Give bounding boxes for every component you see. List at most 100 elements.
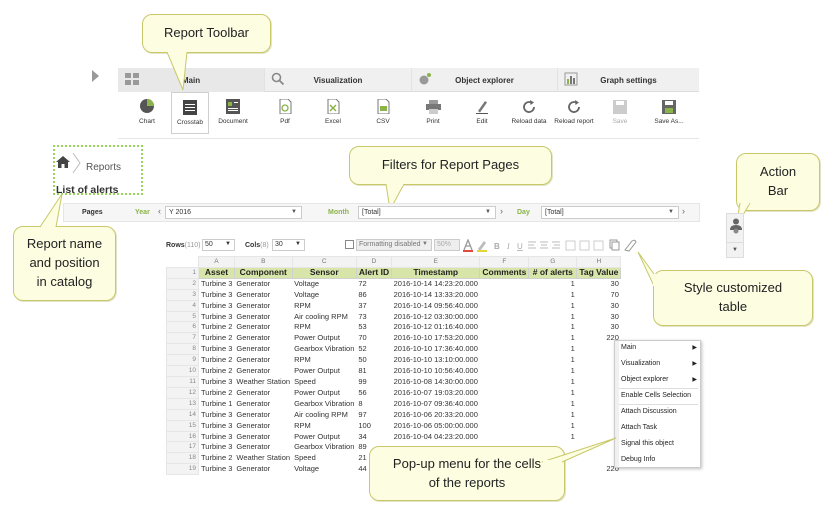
cell-asset[interactable]: Turbine 2 (199, 322, 235, 333)
cell-asset[interactable]: Turbine 3 (199, 289, 235, 300)
table-row[interactable]: 11 Turbine 3 Weather Station Speed 99 2016-10… (166, 375, 621, 388)
table-row[interactable]: 12 Turbine 2 Generator Power Output 56 2016-1… (166, 386, 621, 399)
cell-alert-id[interactable]: 73 (356, 311, 391, 322)
cell-asset[interactable]: Turbine 3 (199, 344, 235, 355)
cell-comments[interactable] (480, 344, 529, 355)
table-row[interactable]: 15 Turbine 3 Generator RPM 100 2016-10-06 05:… (166, 419, 621, 432)
border-icon[interactable] (565, 240, 576, 251)
cell-component[interactable]: Generator (234, 278, 292, 289)
table-row[interactable]: 13 Turbine 1 Generator Gearbox Vibration 8 20… (166, 397, 621, 410)
header-asset[interactable]: Asset (198, 266, 235, 279)
cell-alert-id[interactable]: 99 (356, 376, 391, 387)
cell-tag-value[interactable]: 30 (577, 300, 621, 311)
table-row[interactable]: 7 Turbine 2 Generator Power Output 70 2016-10… (166, 332, 621, 345)
cell-asset[interactable]: Turbine 2 (199, 333, 235, 344)
cell-alerts-count[interactable]: 1 (529, 355, 577, 366)
header-sensor[interactable]: Sensor (291, 266, 357, 279)
cell-asset[interactable]: Turbine 2 (199, 387, 235, 398)
size-select[interactable]: 50% (434, 239, 460, 251)
reload-data-button[interactable]: Reload data (509, 92, 549, 134)
tab-visualization[interactable]: Visualization (265, 68, 412, 92)
cell-tag-value[interactable]: 30 (577, 322, 621, 333)
border-inner-icon[interactable] (593, 240, 604, 251)
cell-sensor[interactable]: Voltage (292, 278, 356, 289)
cell-asset[interactable]: Turbine 3 (199, 278, 235, 289)
tab-graph-settings[interactable]: Graph settings (558, 68, 699, 92)
table-row[interactable]: 3 Turbine 3 Generator Voltage 86 2016-10-14 1… (166, 288, 621, 301)
cell-asset[interactable]: Turbine 3 (199, 420, 235, 431)
year-prev-icon[interactable]: ‹ (158, 206, 161, 216)
cell-comments[interactable] (480, 355, 529, 366)
formatting-select[interactable]: Formatting disabled ▼ (356, 239, 432, 251)
cell-asset[interactable]: Turbine 2 (199, 453, 235, 464)
cell-component[interactable]: Weather Station (234, 376, 292, 387)
cell-component[interactable]: Weather Station (234, 453, 292, 464)
cell-component[interactable]: Generator (234, 464, 292, 475)
cell-alerts-count[interactable]: 1 (529, 333, 577, 344)
chart-button[interactable]: Chart (128, 92, 166, 134)
align-left-icon[interactable] (528, 241, 536, 249)
month-select[interactable]: [Total] ▼ (358, 206, 496, 219)
cell-timestamp[interactable]: 2016-10-07 19:03:20.000 (392, 387, 480, 398)
pdf-button[interactable]: Pdf (266, 92, 304, 134)
fill-color-icon[interactable] (477, 241, 487, 252)
cell-comments[interactable] (480, 322, 529, 333)
csv-button[interactable]: CSV (364, 92, 402, 134)
cell-alert-id[interactable]: 53 (356, 322, 391, 333)
eraser-icon[interactable] (624, 239, 637, 252)
cell-alerts-count[interactable]: 1 (529, 300, 577, 311)
cell-comments[interactable] (480, 398, 529, 409)
cell-component[interactable]: Generator (234, 322, 292, 333)
breadcrumb-reports[interactable]: Reports (86, 162, 121, 173)
cell-timestamp[interactable]: 2016-10-10 13:10:00.000 (392, 355, 480, 366)
cell-asset[interactable]: Turbine 3 (199, 464, 235, 475)
cell-comments[interactable] (480, 366, 529, 377)
col-letter[interactable]: G (528, 256, 578, 268)
excel-button[interactable]: Excel (314, 92, 352, 134)
cell-alerts-count[interactable]: 1 (529, 420, 577, 431)
menu-item-debug-info[interactable]: Debug Info (621, 456, 699, 463)
cell-alerts-count[interactable]: 1 (529, 311, 577, 322)
tab-object-explorer[interactable]: Object explorer (412, 68, 558, 92)
cell-tag-value[interactable]: 30 (577, 278, 621, 289)
document-button[interactable]: Document (214, 92, 252, 134)
cell-sensor[interactable]: Gearbox Vibration (292, 442, 356, 453)
cell-alert-id[interactable]: 100 (356, 420, 391, 431)
cell-sensor[interactable]: Power Output (292, 387, 356, 398)
cell-timestamp[interactable]: 2016-10-12 01:16:40.000 (392, 322, 480, 333)
header-alert-id[interactable]: Alert ID (355, 266, 393, 279)
cell-comments[interactable] (480, 431, 529, 442)
reload-report-button[interactable]: Reload report (553, 92, 595, 134)
table-row[interactable]: 6 Turbine 2 Generator RPM 53 2016-10-12 01:16… (166, 321, 621, 334)
header-component[interactable]: Component (233, 266, 293, 279)
cell-sensor[interactable]: Power Output (292, 366, 356, 377)
cell-alerts-count[interactable]: 1 (529, 387, 577, 398)
cell-asset[interactable]: Turbine 3 (199, 300, 235, 311)
cell-asset[interactable]: Turbine 1 (199, 398, 235, 409)
col-letter[interactable]: F (479, 256, 530, 268)
cell-alert-id[interactable]: 50 (356, 355, 391, 366)
align-right-icon[interactable] (552, 241, 560, 249)
cell-component[interactable]: Generator (234, 387, 292, 398)
cell-timestamp[interactable]: 2016-10-04 04:23:20.000 (392, 431, 480, 442)
cell-asset[interactable]: Turbine 3 (199, 431, 235, 442)
header-timestamp[interactable]: Timestamp (391, 266, 481, 279)
cell-sensor[interactable]: Air cooling RPM (292, 311, 356, 322)
menu-item-enable-cells-selection[interactable]: Enable Cells Selection (621, 392, 699, 399)
col-letter[interactable]: E (391, 256, 481, 268)
cell-timestamp[interactable]: 2016-10-12 03:30:00.000 (392, 311, 480, 322)
expand-panel-arrow-icon[interactable] (92, 70, 99, 82)
cell-alert-id[interactable]: 97 (356, 409, 391, 420)
cell-sensor[interactable]: RPM (292, 322, 356, 333)
cell-comments[interactable] (480, 387, 529, 398)
cell-alert-id[interactable]: 52 (356, 344, 391, 355)
cell-alerts-count[interactable]: 1 (529, 322, 577, 333)
cell-alert-id[interactable]: 8 (356, 398, 391, 409)
cell-alerts-count[interactable]: 1 (529, 376, 577, 387)
cell-alert-id[interactable]: 81 (356, 366, 391, 377)
cell-timestamp[interactable]: 2016-10-14 14:23:20.000 (392, 278, 480, 289)
home-icon[interactable] (56, 156, 70, 168)
cell-comments[interactable] (480, 409, 529, 420)
cell-alert-id[interactable]: 86 (356, 289, 391, 300)
cell-component[interactable]: Generator (234, 420, 292, 431)
